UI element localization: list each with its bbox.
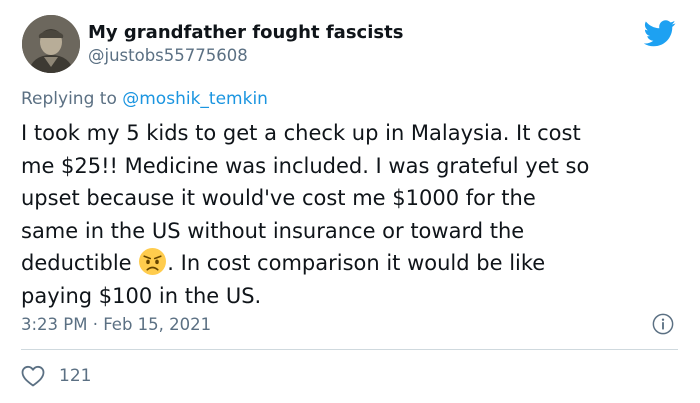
tweet-text: I took my 5 kids to get a check up in Ma… (21, 117, 681, 312)
heart-icon[interactable] (21, 365, 45, 387)
reply-mention-link[interactable]: @moshik_temkin (122, 89, 268, 109)
twitter-bird-icon[interactable] (644, 20, 676, 47)
avatar[interactable] (22, 15, 80, 73)
tweet-card: My grandfather fought fascists @justobs5… (0, 0, 700, 403)
tweet-timestamp-link[interactable]: 3:23 PM · Feb 15, 2021 (21, 315, 211, 334)
replying-to: Replying to @moshik_temkin (21, 89, 268, 109)
angry-face-emoji-icon (139, 248, 167, 275)
tweet-line: me $25!! Medicine was included. I was gr… (21, 153, 590, 178)
tweet-line: upset because it would've cost me $1000 … (21, 186, 536, 210)
info-icon[interactable] (652, 313, 674, 335)
tweet-line: deductible . In cost comparison it would… (21, 247, 681, 280)
like-button[interactable]: 121 (21, 363, 91, 389)
tweet-line-text: deductible (21, 251, 132, 275)
author-display-name[interactable]: My grandfather fought fascists (88, 22, 403, 43)
replying-to-prefix: Replying to (21, 89, 117, 109)
author-handle[interactable]: @justobs55775608 (88, 46, 248, 65)
tweet-line: I took my 5 kids to get a check up in Ma… (21, 121, 581, 145)
tweet-line: same in the US without insurance or towa… (21, 218, 525, 243)
divider (21, 349, 678, 350)
tweet-line-text: . In cost comparison it would be like (167, 251, 546, 275)
tweet-line: paying $100 in the US. (21, 283, 262, 308)
like-count: 121 (59, 366, 92, 386)
avatar-photo-icon (22, 15, 80, 73)
